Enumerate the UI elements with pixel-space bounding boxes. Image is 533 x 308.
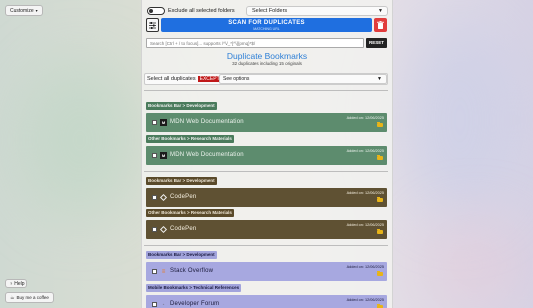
background-blob (400, 20, 520, 220)
customize-button[interactable]: Customize ▾ (5, 5, 43, 16)
bookmark-path: Bookmarks Bar > Development (146, 251, 217, 259)
bookmark-card[interactable]: M MDN Web Documentation Added on: 12/06/… (146, 146, 387, 165)
bookmark-checkbox[interactable] (152, 269, 157, 274)
filter-settings-button[interactable] (146, 18, 159, 32)
bookmark-path: Other Bookmarks > Research Materials (146, 135, 234, 143)
help-label: Help (14, 280, 25, 287)
scan-duplicates-button[interactable]: SCAN FOR DUPLICATES MATCHING URL (161, 18, 372, 32)
folder-icon[interactable] (377, 271, 383, 276)
bookmark-checkbox[interactable] (152, 302, 157, 307)
exclude-folders-toggle[interactable] (147, 7, 165, 15)
bookmark-name[interactable]: Developer Forum (170, 301, 219, 307)
stackoverflow-icon: ≡ (161, 268, 166, 275)
background-blob (20, 60, 140, 220)
bookmark-checkbox[interactable] (152, 153, 157, 158)
see-options-label: See options (223, 76, 250, 82)
folder-icon[interactable] (377, 229, 383, 234)
sliders-icon (149, 21, 156, 29)
bookmark-path: Bookmarks Bar > Development (146, 177, 217, 185)
coffee-label: Buy me a coffee (16, 295, 49, 300)
reset-button[interactable]: RESET (366, 38, 387, 48)
scan-label: SCAN FOR DUPLICATES (228, 20, 305, 26)
bookmark-name[interactable]: MDN Web Documentation (170, 152, 244, 158)
exclude-folders-row: Exclude all selected folders (147, 7, 235, 15)
bookmark-checkbox[interactable] (152, 120, 157, 125)
bookmark-checkbox[interactable] (152, 227, 157, 232)
search-input[interactable] (146, 38, 364, 48)
select-folders-dropdown[interactable]: Select Folders ▼ (246, 6, 388, 16)
select-all-label[interactable]: Select all duplicates (147, 76, 196, 82)
added-date: Added on: 12/06/2025 (346, 265, 384, 269)
bookmark-card[interactable]: ◦ Developer Forum Added on: 12/06/2025 (146, 295, 387, 308)
folder-icon[interactable] (377, 197, 383, 202)
codepen-icon (159, 225, 168, 234)
trash-icon (377, 21, 384, 29)
exclude-folders-label: Exclude all selected folders (168, 8, 235, 14)
see-options-dropdown[interactable]: See options ▼ (219, 74, 387, 84)
added-date: Added on: 12/06/2025 (346, 149, 384, 153)
bookmark-path: Bookmarks Bar > Development (146, 102, 217, 110)
bookmark-card[interactable]: CodePen Added on: 12/06/2025 (146, 220, 387, 239)
mdn-icon: M (160, 152, 167, 159)
buy-coffee-button[interactable]: ☕ Buy me a coffee (5, 292, 54, 303)
help-button[interactable]: ? Help (5, 279, 27, 288)
forum-icon: ◦ (162, 301, 165, 308)
chevron-down-icon: ▾ (35, 8, 38, 13)
page-subtitle: 32 duplicates including 15 originals (232, 61, 302, 66)
caret-down-icon: ▼ (377, 76, 382, 82)
customize-label: Customize (10, 7, 34, 14)
coffee-icon: ☕ (10, 294, 15, 301)
added-date: Added on: 12/06/2025 (346, 191, 384, 195)
bookmark-card[interactable]: M MDN Web Documentation Added on: 12/06/… (146, 113, 387, 132)
codepen-icon (159, 193, 168, 202)
background-blob (420, 220, 530, 308)
divider (144, 245, 388, 246)
caret-down-icon: ▼ (378, 8, 383, 14)
folder-icon[interactable] (377, 122, 383, 127)
added-date: Added on: 12/06/2025 (346, 298, 384, 302)
bookmark-card[interactable]: CodePen Added on: 12/06/2025 (146, 188, 387, 207)
divider (144, 171, 388, 172)
select-folders-label: Select Folders (252, 8, 288, 14)
divider (144, 90, 388, 91)
bookmark-path: Mobile Bookmarks > Technical References (146, 284, 242, 292)
delete-button[interactable] (374, 18, 387, 32)
bookmark-name[interactable]: Stack Overflow (170, 268, 213, 274)
scan-sublabel: MATCHING URL (253, 27, 280, 31)
bookmark-name[interactable]: MDN Web Documentation (170, 119, 244, 125)
added-date: Added on: 12/06/2025 (346, 223, 384, 227)
bookmark-name[interactable]: CodePen (170, 194, 196, 200)
page-title: Duplicate Bookmarks (226, 51, 308, 61)
folder-icon[interactable] (377, 155, 383, 160)
bookmark-path: Other Bookmarks > Research Materials (146, 209, 234, 217)
bookmark-checkbox[interactable] (152, 195, 157, 200)
bookmark-name[interactable]: CodePen (170, 226, 196, 232)
mdn-icon: M (160, 119, 167, 126)
added-date: Added on: 12/06/2025 (346, 116, 384, 120)
bookmark-card[interactable]: ≡ Stack Overflow Added on: 12/06/2025 (146, 262, 387, 281)
question-icon: ? (10, 281, 13, 286)
